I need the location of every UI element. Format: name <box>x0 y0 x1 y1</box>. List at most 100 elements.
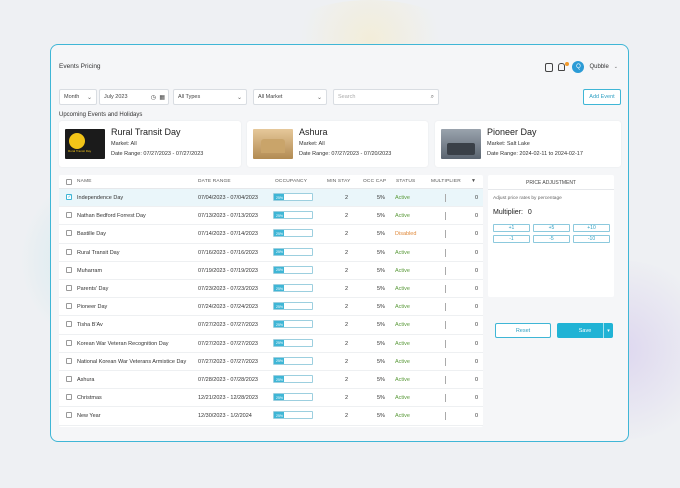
occupancy-bar[interactable]: 25% <box>273 302 313 311</box>
table-row[interactable]: Pioneer Day 07/24/2023 - 07/24/2023 25% 2 5%… <box>59 298 483 317</box>
avatar[interactable]: Q <box>572 61 585 73</box>
row-checkbox[interactable]: ✓ <box>66 194 72 200</box>
select-all-checkbox[interactable] <box>66 179 72 185</box>
row-checkbox[interactable] <box>66 357 72 364</box>
cell-name: New Year <box>77 413 101 420</box>
cell-multiplier[interactable]: 0 <box>475 377 478 383</box>
notification-icon[interactable] <box>558 61 570 72</box>
row-checkbox[interactable] <box>66 285 72 291</box>
save-options-caret-icon[interactable]: ▾ <box>603 323 613 338</box>
occupancy-bar[interactable]: 25% <box>273 284 313 292</box>
occupancy-bar[interactable]: 25% <box>273 320 313 329</box>
type-select[interactable]: All Types ⌄ <box>173 89 247 105</box>
event-thumbnail: Rural Transit Day <box>65 129 105 159</box>
cell-multiplier[interactable]: 0 <box>475 213 478 219</box>
increase-5-button[interactable]: +5 <box>533 224 570 232</box>
table-row[interactable]: Christmas 12/21/2023 - 12/28/2023 25% 2 5% Ac… <box>59 389 483 408</box>
decrease-5-button[interactable]: -5 <box>533 235 570 243</box>
occupancy-bar[interactable]: 25% <box>273 265 313 274</box>
date-value: July 2023 <box>104 94 128 100</box>
table-row[interactable]: Parents' Day 07/23/2023 - 07/23/2023 25% 2 5… <box>59 280 483 299</box>
increase-10-button[interactable]: +10 <box>573 224 610 232</box>
event-card[interactable]: Ashura Market: All Date Range: 07/27/202… <box>247 121 428 167</box>
cell-occ-cap: 5% <box>377 340 385 347</box>
row-checkbox[interactable] <box>66 376 72 382</box>
occupancy-bar[interactable]: 25% <box>273 247 313 256</box>
occupancy-bar[interactable]: 25% <box>273 411 313 420</box>
cell-multiplier[interactable]: 0 <box>475 304 478 310</box>
table-row[interactable]: Tisha B'Av 07/27/2023 - 07/27/2023 25% 2 5% A… <box>59 316 483 335</box>
cell-multiplier[interactable]: 0 <box>475 231 478 237</box>
header-date-range[interactable]: DATE RANGE <box>198 179 231 184</box>
chevron-down-icon[interactable]: ⌄ <box>614 64 618 70</box>
decrease-10-button[interactable]: -10 <box>573 235 610 243</box>
row-checkbox[interactable] <box>66 303 72 310</box>
cell-multiplier[interactable]: 0 <box>475 268 478 274</box>
header-name[interactable]: NAME <box>77 179 92 184</box>
cell-date-range: 07/28/2023 - 07/28/2023 <box>198 377 258 383</box>
cell-multiplier[interactable]: 0 <box>475 195 478 201</box>
row-checkbox[interactable] <box>66 394 72 401</box>
status-badge: Active <box>395 249 410 256</box>
sort-icon[interactable]: ▼ <box>471 178 476 184</box>
cell-multiplier[interactable]: 0 <box>475 250 478 256</box>
table-row[interactable]: National Korean War Veterans Armistice D… <box>59 353 483 371</box>
add-event-button[interactable]: Add Event <box>583 89 621 105</box>
clipboard-icon[interactable] <box>545 62 554 72</box>
event-card[interactable]: Pioneer Day Market: Salt Lake Date Range… <box>435 121 621 167</box>
table-row[interactable]: Bastille Day 07/14/2023 - 07/14/2023 25% 2 5… <box>59 225 483 244</box>
row-checkbox[interactable] <box>66 321 72 328</box>
status-badge: Active <box>395 395 410 402</box>
type-value: All Types <box>178 94 201 100</box>
header-min-stay[interactable]: MIN STAY <box>327 179 351 184</box>
increase-1-button[interactable]: +1 <box>493 224 530 232</box>
table-row[interactable]: Nathan Bedford Forrest Day 07/13/2023 - 0… <box>59 207 483 226</box>
reset-button[interactable]: Reset <box>495 323 551 338</box>
occupancy-value: 25% <box>276 377 284 382</box>
occupancy-bar[interactable]: 25% <box>273 229 313 238</box>
occupancy-value: 25% <box>276 213 284 218</box>
cell-date-range: 07/13/2023 - 07/13/2023 <box>198 213 258 220</box>
row-checkbox[interactable] <box>66 248 72 255</box>
cell-occ-cap: 5% <box>377 249 385 256</box>
cell-multiplier[interactable]: 0 <box>475 413 478 419</box>
occupancy-bar[interactable]: 25% <box>273 193 313 201</box>
period-select[interactable]: Month ⌄ <box>59 89 97 105</box>
row-checkbox[interactable] <box>66 412 72 419</box>
market-select[interactable]: All Market ⌄ <box>253 89 327 105</box>
header-occupancy[interactable]: OCCUPANCY <box>275 179 307 184</box>
occupancy-bar[interactable]: 25% <box>273 211 313 220</box>
row-checkbox[interactable] <box>66 339 72 346</box>
occupancy-bar[interactable]: 25% <box>273 393 313 402</box>
occupancy-bar[interactable]: 25% <box>273 375 313 383</box>
multiplier-divider <box>445 394 446 403</box>
occupancy-bar[interactable]: 25% <box>273 338 313 347</box>
table-row[interactable]: Muharram 07/19/2023 - 07/19/2023 25% 2 5% Act… <box>59 262 483 280</box>
save-button[interactable]: Save ▾ <box>557 323 613 338</box>
cell-multiplier[interactable]: 0 <box>475 286 478 292</box>
cell-multiplier[interactable]: 0 <box>475 359 478 365</box>
cell-multiplier[interactable]: 0 <box>475 395 478 401</box>
cell-multiplier[interactable]: 0 <box>475 322 478 328</box>
table-row[interactable]: Korean War Veteran Recognition Day 07/27/… <box>59 335 483 353</box>
cell-date-range: 07/27/2023 - 07/27/2023 <box>198 340 258 347</box>
occupancy-bar[interactable]: 25% <box>273 356 313 365</box>
multiplier-divider <box>445 321 446 330</box>
event-card[interactable]: Rural Transit Day Rural Transit Day Mark… <box>59 121 241 167</box>
cell-occ-cap: 5% <box>377 322 385 329</box>
table-row[interactable]: New Year 12/30/2023 - 1/2/2024 25% 2 5% Activ… <box>59 407 483 426</box>
user-name[interactable]: Qubble <box>589 64 608 70</box>
table-row[interactable]: ✓ Independence Day 07/04/2023 - 07/04/2023… <box>59 189 483 208</box>
date-picker[interactable]: July 2023 ◷ ▦ <box>99 89 169 105</box>
header-occ-cap[interactable]: OCC CAP <box>363 179 386 184</box>
table-row[interactable]: Ashura 07/28/2023 - 07/28/2023 25% 2 5% Activ… <box>59 371 483 390</box>
cell-multiplier[interactable]: 0 <box>475 341 478 347</box>
decrease-1-button[interactable]: -1 <box>493 235 530 243</box>
header-multiplier[interactable]: MULTIPLIER <box>431 179 461 184</box>
row-checkbox[interactable] <box>66 266 72 273</box>
header-status[interactable]: STATUS <box>396 179 415 184</box>
row-checkbox[interactable] <box>66 212 72 219</box>
table-row[interactable]: Rural Transit Day 07/16/2023 - 07/16/2023… <box>59 244 483 262</box>
search-input[interactable]: Search ⌕ <box>333 89 439 105</box>
row-checkbox[interactable] <box>66 230 72 237</box>
